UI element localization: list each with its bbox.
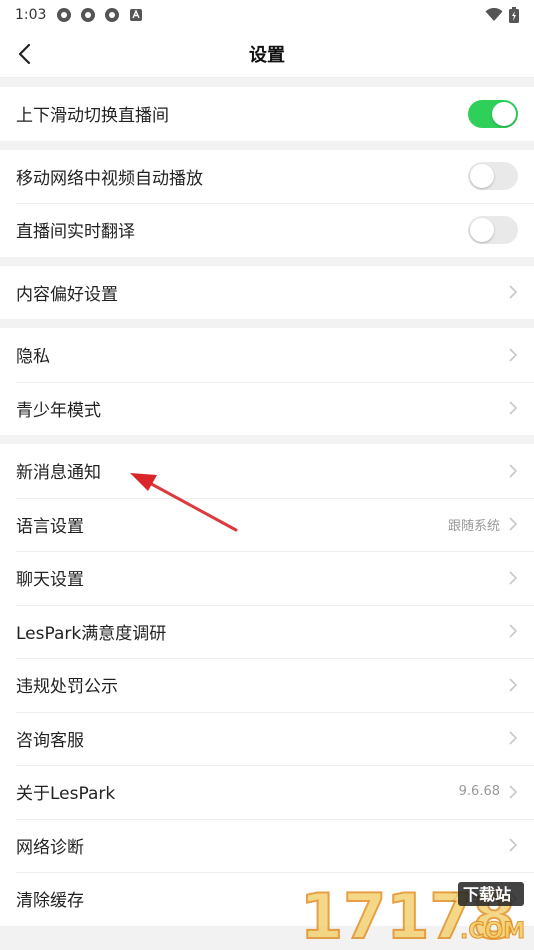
- setting-row-new-message-notifications[interactable]: 新消息通知: [0, 444, 534, 498]
- setting-row-about[interactable]: 关于LesPark 9.6.68: [0, 765, 534, 819]
- chevron-right-icon: [509, 892, 518, 906]
- notification-icon: [57, 8, 72, 22]
- setting-label: 语言设置: [16, 516, 84, 537]
- app-notification-icon: [130, 9, 143, 21]
- notification-icon: [105, 8, 120, 22]
- swipe-switch-toggle[interactable]: [468, 99, 518, 128]
- version-value: 9.6.68: [458, 784, 500, 800]
- toggle-knob: [470, 164, 494, 189]
- setting-row-teen-mode[interactable]: 青少年模式: [0, 381, 534, 436]
- settings-group: 移动网络中视频自动播放 直播间实时翻译: [0, 149, 534, 257]
- setting-row-autoplay-mobile: 移动网络中视频自动播放: [0, 150, 534, 204]
- setting-label: 内容偏好设置: [16, 284, 118, 305]
- setting-row-chat[interactable]: 聊天设置: [0, 551, 534, 605]
- setting-label: 网络诊断: [16, 837, 84, 858]
- chevron-right-icon: [509, 785, 518, 799]
- battery-icon: [509, 7, 519, 23]
- chevron-right-icon: [509, 464, 518, 478]
- setting-row-live-translate: 直播间实时翻译: [0, 203, 534, 257]
- setting-row-swipe-switch-live: 上下滑动切换直播间: [0, 87, 534, 141]
- toggle-knob: [492, 101, 516, 126]
- cache-size-value: 2.09MB: [450, 891, 500, 907]
- setting-label: 青少年模式: [16, 400, 101, 421]
- setting-label: 上下滑动切换直播间: [16, 106, 169, 127]
- chevron-right-icon: [509, 401, 518, 415]
- setting-label: 隐私: [16, 347, 50, 368]
- setting-value: 跟随系统: [447, 518, 500, 534]
- settings-group: 新消息通知 语言设置 跟随系统 聊天设置 LesPark满意度调研 违规处罚公示…: [0, 444, 534, 926]
- setting-row-network-diagnosis[interactable]: 网络诊断: [0, 818, 534, 873]
- notification-icon: [81, 8, 96, 22]
- setting-label: 违规处罚公示: [16, 677, 118, 698]
- chevron-right-icon: [509, 731, 518, 745]
- chevron-right-icon: [509, 624, 518, 638]
- settings-group: 隐私 青少年模式: [0, 328, 534, 435]
- autoplay-toggle[interactable]: [468, 162, 518, 191]
- chevron-right-icon: [509, 348, 518, 362]
- chevron-right-icon: [509, 571, 518, 585]
- settings-group: 内容偏好设置: [0, 265, 534, 320]
- setting-row-customer-service[interactable]: 咨询客服: [0, 711, 534, 766]
- setting-label: 移动网络中视频自动播放: [16, 168, 203, 189]
- setting-row-privacy[interactable]: 隐私: [0, 328, 534, 382]
- status-bar: 1:03: [0, 0, 534, 30]
- chevron-right-icon: [509, 838, 518, 852]
- setting-label: 咨询客服: [16, 730, 84, 751]
- chevron-right-icon: [509, 678, 518, 692]
- chevron-right-icon: [509, 285, 518, 299]
- chevron-right-icon: [509, 517, 518, 531]
- setting-label: LesPark满意度调研: [16, 623, 167, 644]
- status-time: 1:03: [15, 7, 47, 23]
- toggle-knob: [470, 217, 494, 242]
- page-title: 设置: [249, 44, 285, 66]
- setting-row-violation-notice[interactable]: 违规处罚公示: [0, 658, 534, 712]
- wifi-icon: [485, 8, 503, 21]
- navigation-bar: 设置: [0, 30, 534, 78]
- setting-label: 聊天设置: [16, 570, 84, 591]
- settings-group: 上下滑动切换直播间: [0, 87, 534, 141]
- live-translate-toggle[interactable]: [468, 215, 518, 244]
- setting-label: 关于LesPark: [16, 784, 116, 805]
- setting-row-clear-cache[interactable]: 清除缓存 2.09MB: [0, 872, 534, 926]
- back-arrow-icon[interactable]: [14, 42, 38, 66]
- setting-label: 新消息通知: [16, 463, 101, 484]
- setting-label: 直播间实时翻译: [16, 222, 135, 243]
- setting-label: 清除缓存: [16, 891, 84, 912]
- setting-row-content-preferences[interactable]: 内容偏好设置: [0, 266, 534, 320]
- setting-row-satisfaction-survey[interactable]: LesPark满意度调研: [0, 604, 534, 659]
- setting-row-language[interactable]: 语言设置 跟随系统: [0, 497, 534, 552]
